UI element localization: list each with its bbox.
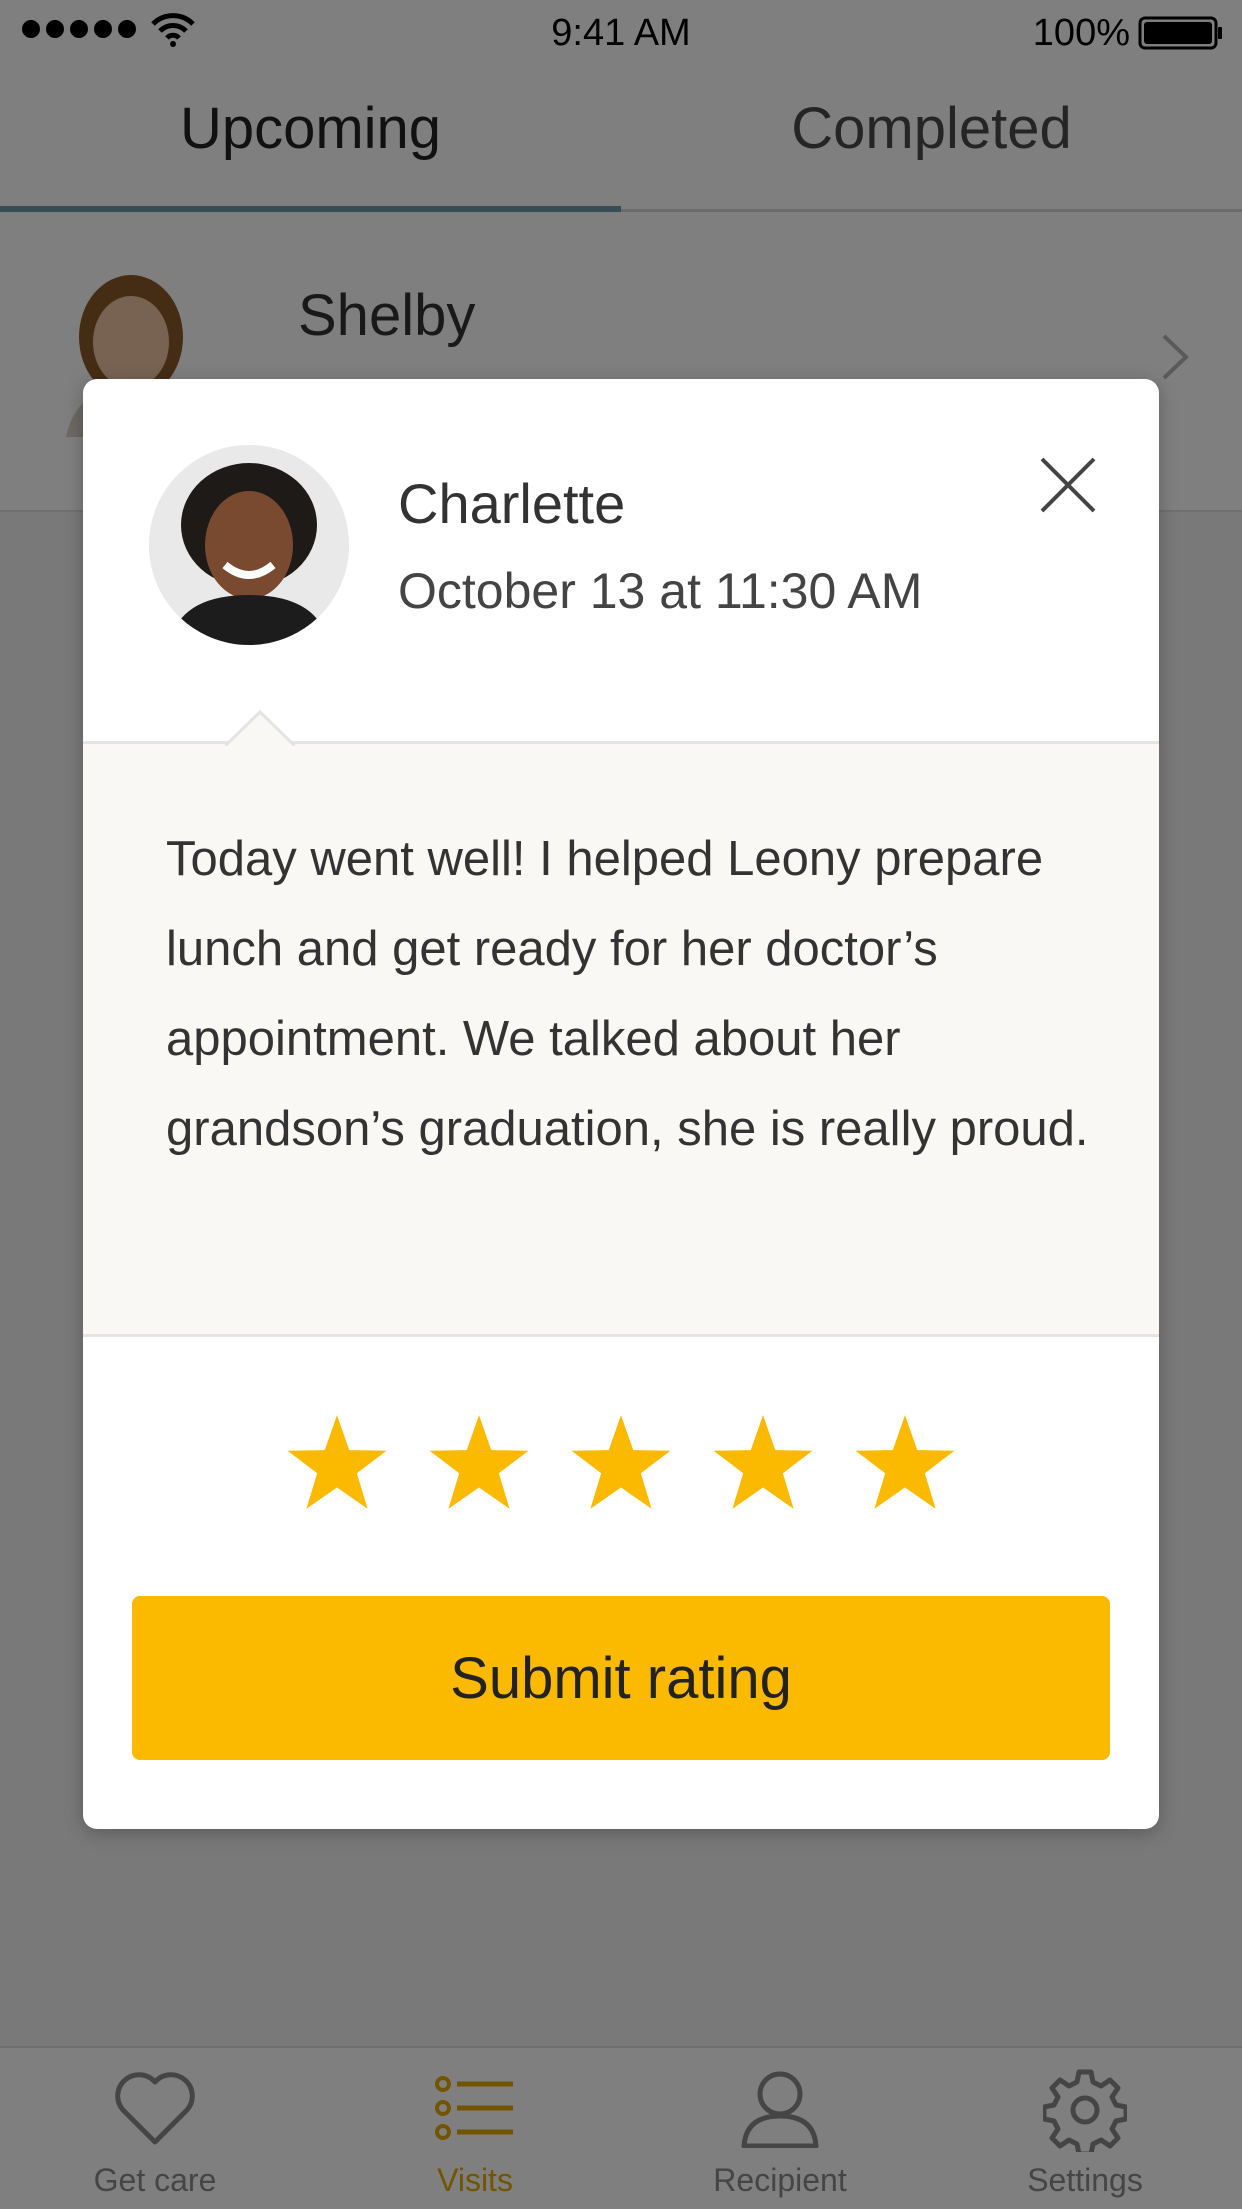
visit-note-text: Today went well! I helped Leony prepare … [166,832,1089,1156]
star-icon[interactable] [427,1411,531,1515]
note-pointer [225,710,295,746]
close-button[interactable] [1028,445,1108,525]
rating-modal: Charlette October 13 at 11:30 AM Today w… [83,379,1159,1829]
caregiver-name: Charlette [398,472,626,535]
caregiver-avatar [149,445,349,645]
visit-note-panel: Today went well! I helped Leony prepare … [83,710,1159,1337]
star-icon[interactable] [853,1411,957,1515]
close-icon [1040,457,1096,513]
star-icon[interactable] [285,1411,389,1515]
submit-rating-button[interactable]: Submit rating [132,1596,1110,1760]
star-icon[interactable] [569,1411,673,1515]
star-icon[interactable] [711,1411,815,1515]
star-rating [83,1411,1159,1531]
visit-date: October 13 at 11:30 AM [398,563,923,619]
